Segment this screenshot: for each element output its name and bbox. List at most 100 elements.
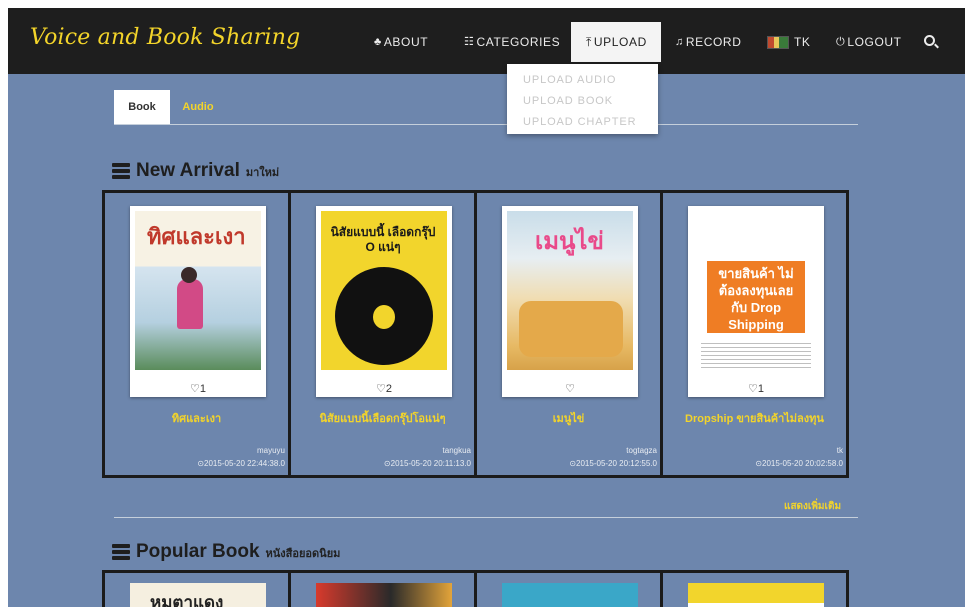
nav-logout-label: LOGOUT [847,35,902,49]
avatar [767,35,789,49]
book-cover[interactable]: ทิศและเงา ♡1 [130,206,266,397]
nav-about-label: ABOUT [383,35,429,49]
uploader-name[interactable]: mayuyu [257,446,285,455]
new-arrival-grid: ทิศและเงา ♡1 ทิศและเงา mayuyu ⊙2015-05-2… [102,190,858,478]
book-title[interactable]: เมนูไข่ [477,409,660,427]
popular-heading: Popular Book หนังสือยอดนิยม [112,541,340,563]
menu-item-upload-audio[interactable]: UPLOAD AUDIO [507,70,658,91]
likes-value: 1 [757,383,764,395]
book-cover[interactable] [502,583,638,607]
tab-audio[interactable]: Audio [170,90,226,124]
search-icon[interactable] [924,35,935,46]
uploader-name[interactable]: tangkua [443,446,471,455]
book-card[interactable]: นิสัยแบบนี้ เลือดกรุ๊ป O แน่ๆ ♡2 นิสัยแบ… [288,190,477,478]
upload-date: ⊙2015-05-20 20:02:58.0 [755,459,843,468]
nav-categories[interactable]: ☷ CATEGORIES [464,30,560,54]
section-subtitle: มาใหม่ [245,167,280,179]
new-arrival-heading: New Arrival มาใหม่ [112,160,279,182]
upload-date-value: 2015-05-20 20:11:13.0 [390,459,471,468]
cover-art: นิสัยแบบนี้ เลือดกรุ๊ป O แน่ๆ [321,211,447,371]
cover-art: เมนูไข่ [507,211,633,371]
book-cover[interactable]: ขายสินค้า ไม่ต้องลงทุนเลย กับ Drop Shipp… [688,206,824,397]
cover-title: ทิศและเงา [147,224,246,249]
popular-grid: หมูตาแดง [102,570,858,607]
upload-date-value: 2015-05-20 20:02:58.0 [762,459,843,468]
cover-title: ขายสินค้า ไม่ต้องลงทุนเลย กับ Drop Shipp… [718,266,794,332]
upload-date: ⊙2015-05-20 20:12:55.0 [569,459,657,468]
uploader-name[interactable]: tk [837,446,843,455]
nav-record[interactable]: ♫ RECORD [675,30,741,54]
book-cover[interactable]: เมนูไข่ ♡ [502,206,638,397]
book-card[interactable] [474,570,663,607]
cover-title: หมูตาแดง [150,593,224,607]
book-title[interactable]: นิสัยแบบนี้เลือดกรุ๊ปโอแน่ๆ [291,409,474,427]
page: Voice and Book Sharing ♣ ABOUT ☷ CATEGOR… [8,8,965,607]
clock-icon: ⊙ [383,459,391,468]
book-cover[interactable]: หมูตาแดง [130,583,266,607]
server-icon [112,163,130,179]
book-card[interactable] [288,570,477,607]
nav-upload[interactable]: ⤒ UPLOAD [571,22,661,62]
nav-record-label: RECORD [685,35,742,49]
heart-icon[interactable]: ♡ [565,383,575,395]
nav-user[interactable]: TK [767,30,811,54]
upload-date-value: 2015-05-20 22:44:38.0 [204,459,285,468]
server-icon [112,544,130,560]
music-icon: ♫ [675,36,684,48]
upload-icon: ⤒ [586,35,592,49]
cover-text-lines [701,343,811,371]
nav-user-label: TK [794,35,811,49]
cover-face [373,305,395,329]
likes-count: ♡1 [688,382,824,395]
cover-title: เมนูไข่ [535,228,604,255]
likes-value: 1 [199,383,206,395]
upload-dropdown-menu: UPLOAD AUDIO UPLOAD BOOK UPLOAD CHAPTER [507,64,658,134]
likes-count: ♡2 [316,382,452,395]
cover-title: นิสัยแบบนี้ เลือดกรุ๊ป O แน่ๆ [330,225,436,254]
show-more-link[interactable]: แสดงเพิ่มเติม [784,499,841,514]
book-title[interactable]: Dropship ขายสินค้าไม่ลงทุน [663,409,846,427]
likes-count: ♡1 [130,382,266,395]
book-title[interactable]: ทิศและเงา [105,409,288,427]
section-title: Popular Book [136,541,260,562]
nav-logout[interactable]: ⏻ LOGOUT [836,30,902,54]
book-card[interactable]: ทิศและเงา ♡1 ทิศและเงา mayuyu ⊙2015-05-2… [102,190,291,478]
nav-about[interactable]: ♣ ABOUT [374,30,428,54]
heart-icon[interactable]: ♡ [190,383,200,395]
brand-logo[interactable]: Voice and Book Sharing [30,25,300,50]
tab-divider [114,124,858,125]
menu-item-upload-book[interactable]: UPLOAD BOOK [507,91,658,112]
uploader-name[interactable]: togtagza [626,446,657,455]
book-card[interactable] [660,570,849,607]
cover-food [519,301,623,357]
cover-figure [177,279,203,329]
upload-date-value: 2015-05-20 20:12:55.0 [576,459,657,468]
upload-date: ⊙2015-05-20 20:11:13.0 [384,459,471,468]
content-tabs: Book Audio [114,90,226,124]
power-icon: ⏻ [836,36,846,48]
list-icon: ☷ [464,36,475,48]
book-cover[interactable]: นิสัยแบบนี้ เลือดกรุ๊ป O แน่ๆ ♡2 [316,206,452,397]
likes-count: ♡ [502,382,638,395]
cover-figure-head [181,267,197,283]
book-card[interactable]: เมนูไข่ ♡ เมนูไข่ togtagza ⊙2015-05-20 2… [474,190,663,478]
heart-icon[interactable]: ♡ [376,383,386,395]
navbar: Voice and Book Sharing ♣ ABOUT ☷ CATEGOR… [8,8,965,74]
book-card[interactable]: ขายสินค้า ไม่ต้องลงทุนเลย กับ Drop Shipp… [660,190,849,478]
likes-value: 2 [385,383,392,395]
nav-categories-label: CATEGORIES [476,35,561,49]
upload-date: ⊙2015-05-20 22:44:38.0 [197,459,285,468]
section-subtitle: หนังสือยอดนิยม [265,548,341,560]
person-icon: ♣ [374,36,382,48]
section-divider [114,517,858,518]
book-card[interactable]: หมูตาแดง [102,570,291,607]
section-title: New Arrival [136,160,240,181]
tab-book[interactable]: Book [114,90,170,124]
heart-icon[interactable]: ♡ [748,383,758,395]
book-cover[interactable] [688,583,824,607]
cover-art: ทิศและเงา [135,211,261,371]
cover-art: ขายสินค้า ไม่ต้องลงทุนเลย กับ Drop Shipp… [693,211,819,371]
book-cover[interactable] [316,583,452,607]
menu-item-upload-chapter[interactable]: UPLOAD CHAPTER [507,112,658,133]
nav-upload-label: UPLOAD [593,35,647,49]
